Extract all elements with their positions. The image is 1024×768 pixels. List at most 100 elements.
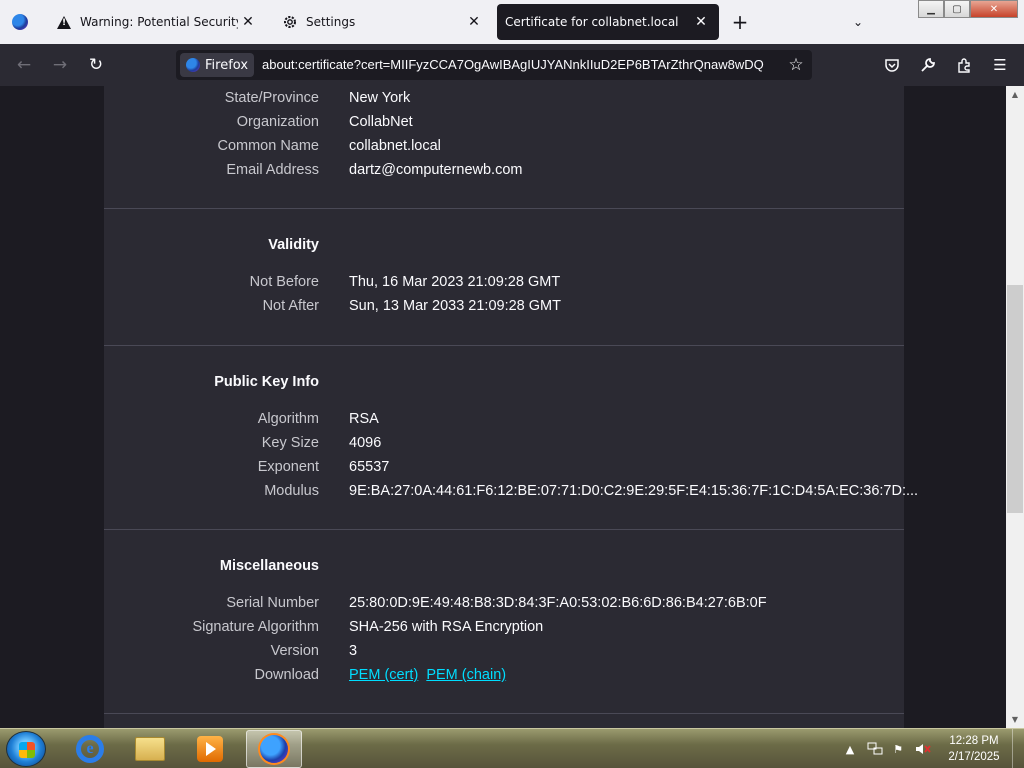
identity-label: Firefox: [205, 57, 249, 73]
field-value: collabnet.local: [349, 138, 441, 154]
field-value: dartz@computernewb.com: [349, 162, 523, 178]
window-controls: ▁ ▢ ✕: [918, 0, 1022, 18]
menu-icon[interactable]: ☰: [988, 53, 1012, 77]
field-label: Key Size: [261, 435, 319, 451]
field-label: Exponent: [257, 459, 319, 475]
pocket-icon[interactable]: [880, 53, 904, 77]
media-player-icon: [197, 736, 223, 762]
field-value: 25:80:0D:9E:49:48:B8:3D:84:3F:A0:53:02:B…: [349, 595, 767, 611]
firefox-icon: [260, 735, 288, 763]
tab-strip: Warning: Potential Security Risk Ahead ✕…: [0, 0, 1024, 44]
cert-row-algorithm: Algorithm RSA: [104, 408, 904, 432]
firefox-view-button[interactable]: [0, 0, 40, 44]
field-label: Not Before: [249, 274, 319, 290]
field-label: State/Province: [224, 90, 319, 106]
wrench-icon[interactable]: [916, 53, 940, 77]
taskbar-internet-explorer[interactable]: e: [62, 730, 118, 768]
close-icon[interactable]: ✕: [691, 12, 711, 32]
field-label: Version: [270, 643, 319, 659]
field-label: Download: [254, 667, 320, 683]
field-label: Common Name: [217, 138, 319, 154]
field-value: New York: [349, 90, 411, 106]
cert-row-not-before: Not Before Thu, 16 Mar 2023 21:09:28 GMT: [104, 271, 904, 295]
field-value: Sun, 13 Mar 2033 21:09:28 GMT: [349, 298, 561, 314]
cert-row-modulus: Modulus 9E:BA:27:0A:44:61:F6:12:BE:07:71…: [104, 480, 918, 504]
taskbar-file-explorer[interactable]: [122, 730, 178, 768]
tab-label: Warning: Potential Security Risk Ahead: [80, 15, 238, 29]
new-tab-button[interactable]: +: [728, 10, 752, 34]
field-label: Organization: [236, 114, 319, 130]
folder-icon: [135, 737, 165, 761]
identity-box[interactable]: Firefox: [180, 53, 254, 77]
vertical-scrollbar[interactable]: ▲ ▼: [1006, 86, 1024, 728]
taskbar-firefox[interactable]: [246, 730, 302, 768]
tab-label: Settings: [306, 15, 356, 29]
back-button[interactable]: ←: [12, 53, 36, 77]
pem-cert-link[interactable]: PEM (cert): [349, 667, 418, 683]
download-links: PEM (cert) PEM (chain): [349, 667, 510, 683]
cert-row-version: Version 3: [104, 640, 904, 664]
close-window-button[interactable]: ✕: [970, 0, 1018, 18]
close-icon[interactable]: ✕: [464, 12, 484, 32]
minimize-button[interactable]: ▁: [918, 0, 944, 18]
cert-row-signature: Signature Algorithm SHA-256 with RSA Enc…: [104, 616, 904, 640]
taskbar-media-player[interactable]: [182, 730, 238, 768]
cert-row-serial: Serial Number 25:80:0D:9E:49:48:B8:3D:84…: [104, 592, 904, 616]
tab-security-warning[interactable]: Warning: Potential Security Risk Ahead ✕: [44, 4, 266, 40]
cert-row-not-after: Not After Sun, 13 Mar 2033 21:09:28 GMT: [104, 295, 904, 319]
field-label: Algorithm: [257, 411, 319, 427]
field-value: 4096: [349, 435, 382, 451]
reload-button[interactable]: ↻: [84, 53, 108, 77]
volume-muted-icon[interactable]: [914, 741, 932, 757]
pem-chain-link[interactable]: PEM (chain): [426, 667, 506, 683]
section-title: Public Key Info: [214, 374, 319, 390]
field-label: Not After: [262, 298, 319, 314]
show-desktop-button[interactable]: [1012, 729, 1024, 768]
next-card: [104, 714, 904, 728]
cert-row-state: State/Province New York: [104, 87, 904, 111]
cert-row-exponent: Exponent 65537: [104, 456, 904, 480]
field-value: RSA: [349, 411, 379, 427]
close-icon[interactable]: ✕: [238, 12, 258, 32]
cert-row-email: Email Address dartz@computernewb.com: [104, 159, 904, 183]
scroll-down-arrow-icon[interactable]: ▼: [1006, 711, 1024, 728]
field-label: Serial Number: [226, 595, 319, 611]
start-button[interactable]: [6, 731, 46, 767]
field-value: 9E:BA:27:0A:44:61:F6:12:BE:07:71:D0:C2:9…: [349, 483, 919, 499]
taskbar: e ▲ ⚑ 12:28 PM 2/17/2025: [0, 728, 1024, 768]
gear-icon: [282, 14, 298, 30]
show-hidden-icons-button[interactable]: ▲: [844, 741, 856, 757]
scrollbar-thumb[interactable]: [1007, 285, 1023, 513]
network-icon[interactable]: [866, 741, 884, 757]
list-all-tabs-button[interactable]: ⌄: [848, 12, 868, 32]
section-title: Validity: [268, 237, 319, 253]
cert-row-organization: Organization CollabNet: [104, 111, 904, 135]
warning-icon: [56, 14, 72, 30]
field-value: CollabNet: [349, 114, 413, 130]
forward-button[interactable]: →: [48, 53, 72, 77]
field-label: Email Address: [226, 162, 319, 178]
scroll-up-arrow-icon[interactable]: ▲: [1006, 86, 1024, 103]
cert-row-download: Download PEM (cert) PEM (chain): [104, 664, 904, 688]
field-label: Modulus: [264, 483, 319, 499]
section-title: Miscellaneous: [219, 558, 319, 574]
extensions-icon[interactable]: [952, 53, 976, 77]
field-value: Thu, 16 Mar 2023 21:09:28 GMT: [349, 274, 561, 290]
maximize-button[interactable]: ▢: [944, 0, 970, 18]
action-center-flag-icon[interactable]: ⚑: [890, 741, 906, 757]
tab-certificate[interactable]: Certificate for collabnet.local ✕: [497, 4, 719, 40]
internet-explorer-icon: e: [76, 735, 104, 763]
bookmark-star-icon[interactable]: ☆: [784, 53, 808, 77]
clock-date: 2/17/2025: [948, 751, 1000, 763]
firefox-icon: [12, 14, 28, 30]
cert-row-key-size: Key Size 4096: [104, 432, 904, 456]
field-label: Signature Algorithm: [192, 619, 319, 635]
cert-row-common-name: Common Name collabnet.local: [104, 135, 904, 159]
system-clock[interactable]: 12:28 PM 2/17/2025: [944, 733, 1004, 765]
url-input[interactable]: about:certificate?cert=MIIFyzCCA7OgAwIBA…: [262, 57, 778, 75]
tab-settings[interactable]: Settings ✕: [270, 4, 492, 40]
clock-time: 12:28 PM: [949, 735, 999, 747]
field-value: 65537: [349, 459, 390, 475]
field-value: SHA-256 with RSA Encryption: [349, 619, 544, 635]
field-value: 3: [349, 643, 358, 659]
